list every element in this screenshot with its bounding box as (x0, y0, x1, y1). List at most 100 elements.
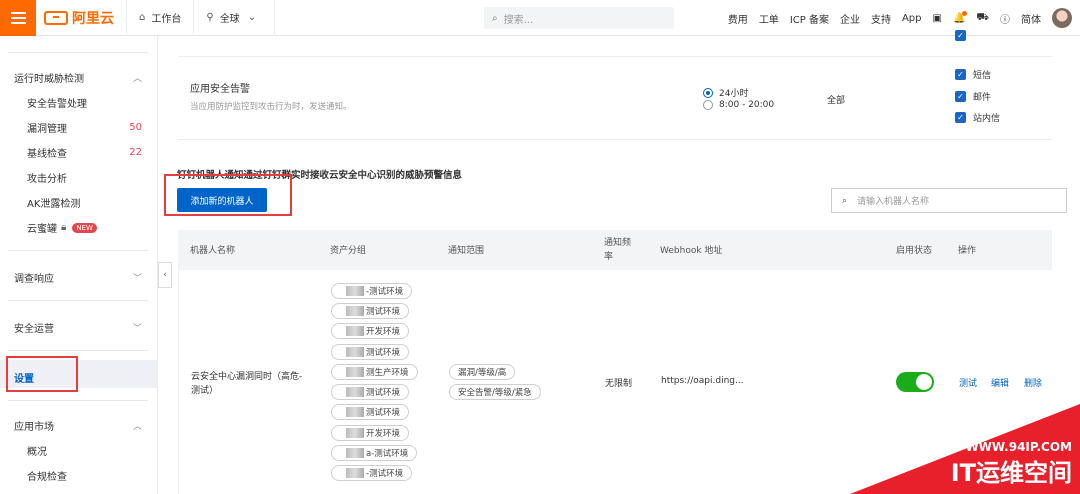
sidebar-item-compliance[interactable]: 合规检查 (27, 468, 142, 483)
asset-group-tag: 测试环境 (331, 303, 410, 319)
col-actions: 操作 (958, 246, 977, 256)
redacted-mask (346, 428, 364, 438)
redacted-mask (346, 407, 364, 417)
test-link[interactable]: 测试 (959, 376, 977, 389)
sidebar: 运行时威胁检测 ︿ 安全告警处理 漏洞管理 50 基线检查 22 攻击分析 AK… (0, 36, 158, 494)
tag-label: 测试环境 (366, 348, 401, 358)
col-scope: 通知范围 (448, 246, 485, 256)
asset-group-tag: 开发环境 (331, 323, 410, 339)
top-right-links: 费用 工单 ICP 备案 企业 支持 App ▣ 🔔 ⛟ ⓘ 简体 (728, 0, 1080, 36)
watermark-brand: IT运维空间 (950, 459, 1072, 487)
tag-label: 安全告警/等级/紧急 (458, 388, 532, 398)
avatar[interactable] (1052, 8, 1072, 28)
checkbox-partial[interactable]: ✓ (955, 30, 973, 41)
sidebar-item-label: 攻击分析 (27, 174, 67, 185)
asset-group-tag: 测生产环境 (331, 364, 418, 380)
col-frequency: 通知频率 (604, 238, 632, 262)
col-robot-name: 机器人名称 (190, 246, 236, 256)
tag-label: 测试环境 (366, 307, 401, 317)
asset-group-tag: a-测试环境 (331, 445, 418, 461)
radio-label: 24小时 (719, 89, 749, 99)
link-support[interactable]: 支持 (871, 11, 891, 26)
global-search-input[interactable]: ⌕ 搜索... (484, 7, 674, 29)
redacted-mask (346, 286, 364, 296)
redacted-mask (346, 306, 364, 316)
sidebar-group-market[interactable]: 应用市场 ︿ (14, 418, 142, 433)
sidebar-group-investigate[interactable]: 调查响应 ﹀ (14, 270, 142, 285)
delete-link[interactable]: 删除 (1024, 376, 1042, 389)
menu-button[interactable] (0, 0, 36, 36)
home-icon: ⌂ (139, 12, 146, 23)
redacted-mask (346, 387, 364, 397)
checkbox-inbox[interactable]: ✓ 站内信 (955, 111, 1000, 124)
asset-group-tag: 测试环境 (331, 344, 410, 360)
location-icon: ⚲ (206, 12, 214, 23)
edit-link[interactable]: 编辑 (991, 376, 1009, 389)
sidebar-item-label: 基线检查 (27, 149, 67, 160)
sidebar-group-operations[interactable]: 安全运营 ﹀ (14, 320, 142, 335)
sidebar-divider (8, 52, 148, 53)
checkbox-email[interactable]: ✓ 邮件 (955, 90, 991, 103)
robot-search-placeholder: 请输入机器人名称 (857, 197, 930, 207)
chevron-down-icon: ⌄ (247, 12, 257, 23)
sidebar-item-label: AK泄露检测 (27, 199, 81, 210)
terminal-icon[interactable]: ▣ (933, 13, 942, 24)
logo-text: 阿里云 (72, 10, 114, 27)
link-ticket[interactable]: 工单 (759, 11, 779, 26)
search-icon: ⌕ (492, 12, 498, 24)
sidebar-item-label: 漏洞管理 (27, 124, 67, 135)
link-billing[interactable]: 费用 (728, 11, 748, 26)
sidebar-group-label: 调查响应 (14, 274, 54, 285)
alert-section-title: 应用安全告警 (190, 84, 250, 95)
scope-tag: 漏洞/等级/高 (449, 364, 516, 380)
table-header: 机器人名称 资产分组 通知范围 通知频率 Webhook 地址 启用状态 操作 (178, 230, 1052, 270)
link-icp[interactable]: ICP 备案 (790, 11, 829, 26)
aliyun-logo-icon (44, 10, 68, 25)
sidebar-item-baseline[interactable]: 基线检查 22 (27, 145, 142, 160)
sidebar-group-runtime[interactable]: 运行时威胁检测 ︿ (14, 70, 142, 85)
link-enterprise[interactable]: 企业 (840, 11, 860, 26)
region-selector[interactable]: ⚲ 全球 ⌄ (194, 0, 276, 36)
chevron-down-icon: ﹀ (132, 274, 142, 284)
check-icon: ✓ (955, 91, 966, 102)
cart-icon[interactable]: ⛟ (976, 12, 989, 25)
workbench-button[interactable]: ⌂ 工作台 (127, 0, 195, 36)
sidebar-item-alerts[interactable]: 安全告警处理 (27, 95, 142, 110)
asset-group-tag: 开发环境 (331, 425, 410, 441)
checkbox-sms[interactable]: ✓ 短信 (955, 68, 991, 81)
highlight-box-settings (6, 356, 78, 392)
language-switch[interactable]: 简体 (1021, 11, 1041, 26)
help-icon[interactable]: ⓘ (1000, 11, 1010, 26)
webhook-url: https://oapi.ding... (661, 376, 744, 386)
radio-24h[interactable]: 24小时 (703, 86, 748, 99)
asset-group-tag: 测试环境 (331, 384, 410, 400)
check-icon: ✓ (955, 112, 966, 123)
col-asset-group: 资产分组 (330, 246, 367, 256)
sidebar-item-vulnerabilities[interactable]: 漏洞管理 50 (27, 120, 142, 135)
radio-unchecked-icon (703, 100, 713, 110)
sidebar-divider (8, 400, 148, 401)
sidebar-item-honeypot[interactable]: 云蜜罐 🔒︎ NEW (27, 220, 142, 235)
count-badge: 22 (129, 147, 142, 158)
sidebar-item-label: 安全告警处理 (27, 99, 87, 110)
col-webhook: Webhook 地址 (660, 246, 723, 256)
logo[interactable]: 阿里云 (44, 0, 127, 36)
checkbox-label: 邮件 (973, 93, 992, 103)
scope-tag: 安全告警/等级/紧急 (449, 384, 541, 400)
region-label: 全球 (219, 14, 240, 25)
robot-name: 云安全中心漏洞同时（高危-测试） (191, 372, 303, 396)
bell-icon[interactable]: 🔔 (953, 10, 968, 24)
radio-checked-icon (703, 87, 713, 98)
link-app[interactable]: App (902, 13, 922, 24)
sidebar-item-ak-leak[interactable]: AK泄露检测 (27, 195, 142, 210)
radio-label: 8:00 - 20:00 (719, 100, 775, 110)
checkbox-label: 站内信 (973, 114, 1001, 124)
radio-daytime[interactable]: 8:00 - 20:00 (703, 100, 774, 110)
enable-toggle[interactable] (896, 372, 934, 392)
tag-label: 开发环境 (366, 327, 401, 337)
chevron-down-icon: ﹀ (132, 324, 142, 334)
sidebar-item-attack-analysis[interactable]: 攻击分析 (27, 170, 142, 185)
robot-search-input[interactable]: ⌕ 请输入机器人名称 (831, 188, 1067, 213)
sidebar-item-label: 云蜜罐 (27, 224, 57, 235)
sidebar-item-overview[interactable]: 概况 (27, 443, 142, 458)
